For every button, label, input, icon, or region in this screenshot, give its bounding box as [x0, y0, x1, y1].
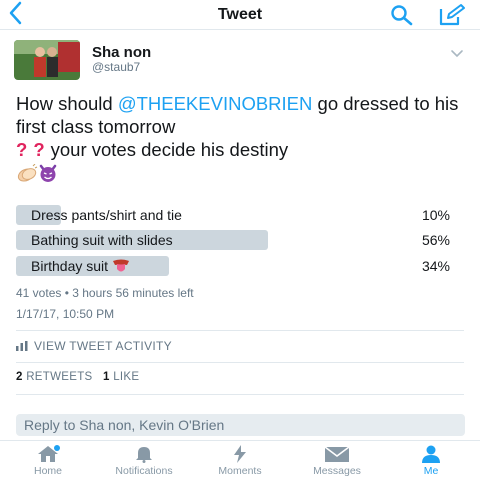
- tab-notifications[interactable]: Notifications: [98, 445, 190, 477]
- likes-count: 1: [103, 371, 110, 383]
- poll-option-text: Birthday suit: [31, 258, 109, 274]
- tab-label: Notifications: [115, 465, 173, 477]
- tab-label: Me: [423, 465, 439, 477]
- clapping-hands-emoji: [16, 163, 38, 182]
- compose-icon[interactable]: [438, 3, 466, 27]
- retweets-count: 2: [16, 371, 23, 383]
- engagement-stats: 2 RETWEETS 1 LIKE: [16, 371, 139, 383]
- question-mark-emoji: ?: [33, 139, 45, 160]
- author-handle[interactable]: @staub7: [92, 60, 140, 74]
- home-icon: [38, 445, 60, 462]
- poll-option: Bathing suit with slides 56%: [16, 230, 466, 250]
- tab-bar: Home Notifications Moments Messages Me: [0, 440, 480, 480]
- envelope-icon: [324, 446, 350, 462]
- author-name[interactable]: Sha non: [92, 44, 151, 61]
- poll-meta: 41 votes • 3 hours 56 minutes left: [16, 286, 194, 300]
- lightning-icon: [234, 445, 246, 463]
- poll-option: Birthday suit 34%: [16, 256, 466, 276]
- tongue-emoji: [112, 258, 130, 274]
- avatar[interactable]: [14, 40, 80, 80]
- tab-label: Messages: [313, 465, 361, 477]
- likes-label: LIKE: [113, 371, 140, 383]
- navigation-bar: Tweet: [0, 0, 480, 30]
- tab-me[interactable]: Me: [411, 445, 451, 477]
- question-mark-emoji: ?: [16, 139, 28, 160]
- poll-option: Dress pants/shirt and tie 10%: [16, 205, 466, 225]
- poll-option-percent: 56%: [421, 232, 450, 248]
- divider: [16, 330, 464, 331]
- retweets-label: RETWEETS: [26, 371, 93, 383]
- poll-option-percent: 34%: [421, 258, 450, 274]
- search-icon[interactable]: [390, 4, 414, 26]
- retweets-stat[interactable]: 2 RETWEETS: [16, 371, 93, 383]
- tweet-timestamp: 1/17/17, 10:50 PM: [16, 307, 115, 321]
- divider: [16, 394, 464, 395]
- divider: [16, 362, 464, 363]
- tab-home[interactable]: Home: [22, 445, 74, 477]
- tab-label: Moments: [218, 465, 262, 477]
- person-icon: [422, 445, 440, 463]
- poll-option-label: Bathing suit with slides: [31, 232, 173, 248]
- likes-stat[interactable]: 1 LIKE: [103, 371, 139, 383]
- reply-input[interactable]: Reply to Sha non, Kevin O'Brien: [16, 414, 465, 436]
- bell-icon: [136, 447, 152, 463]
- tab-messages[interactable]: Messages: [296, 445, 378, 477]
- activity-label: VIEW TWEET ACTIVITY: [34, 339, 172, 353]
- tab-moments[interactable]: Moments: [204, 445, 276, 477]
- mention-link[interactable]: @THEEKEVINOBRIEN: [118, 93, 313, 114]
- view-tweet-activity-link[interactable]: VIEW TWEET ACTIVITY: [16, 339, 172, 353]
- bar-chart-icon: [16, 340, 28, 351]
- poll-option-percent: 10%: [421, 207, 450, 223]
- chevron-down-icon[interactable]: [450, 46, 464, 58]
- poll-option-label: Dress pants/shirt and tie: [31, 207, 182, 223]
- tweet-text-part: How should: [16, 93, 118, 114]
- smiling-devil-emoji: [38, 163, 58, 183]
- poll-option-label: Birthday suit: [31, 258, 130, 274]
- tweet-text: How should @THEEKEVINOBRIEN go dressed t…: [16, 92, 472, 184]
- tab-label: Home: [33, 465, 62, 477]
- tweet-text-part: your votes decide his destiny: [50, 139, 289, 160]
